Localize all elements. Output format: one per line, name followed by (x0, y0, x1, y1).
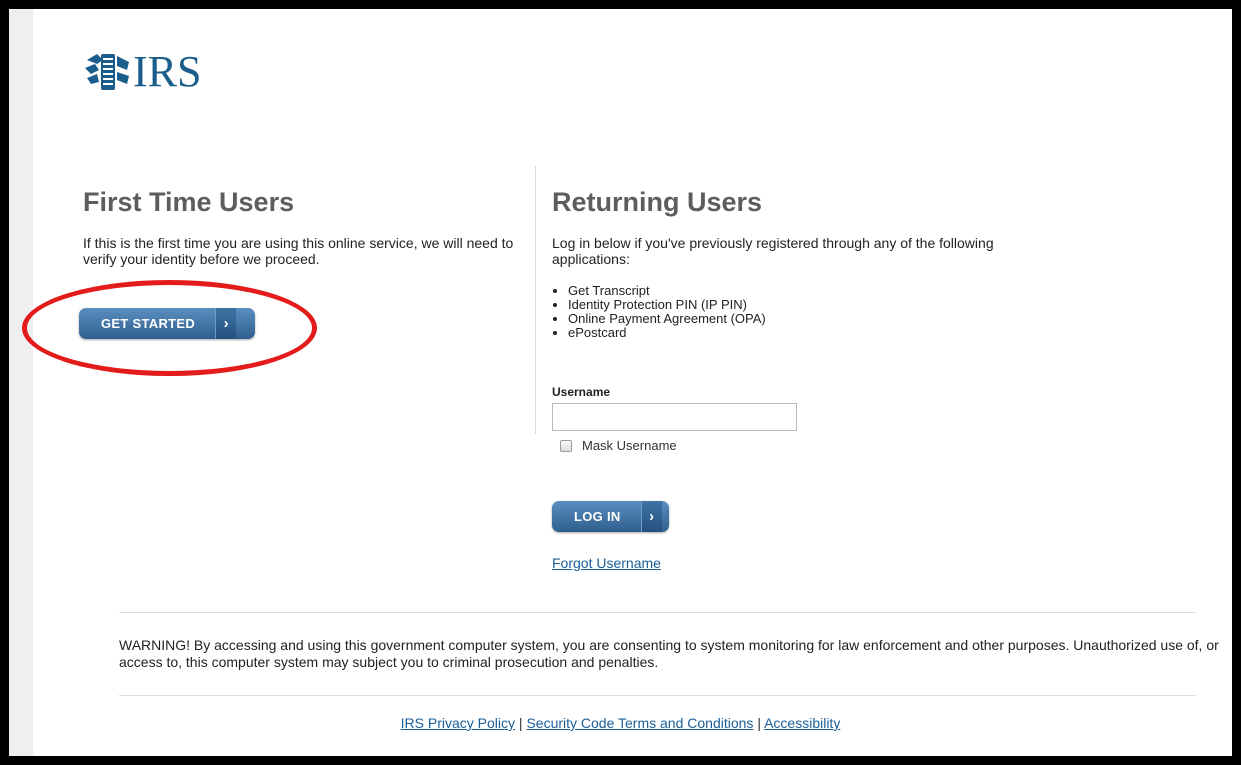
footer-separator: | (757, 715, 761, 731)
privacy-policy-link[interactable]: IRS Privacy Policy (401, 715, 515, 731)
chevron-right-icon: › (215, 308, 237, 339)
mask-username-checkbox[interactable] (560, 439, 572, 452)
returning-users-intro: Log in below if you've previously regist… (552, 235, 994, 267)
divider (119, 695, 1196, 696)
returning-users-heading: Returning Users (552, 187, 763, 217)
mask-username-row[interactable]: Mask Username (560, 438, 677, 453)
accessibility-link[interactable]: Accessibility (764, 715, 840, 731)
username-input[interactable] (552, 403, 797, 431)
footer-links: IRS Privacy Policy | Security Code Terms… (9, 715, 1232, 731)
column-divider (535, 166, 536, 434)
security-code-terms-link[interactable]: Security Code Terms and Conditions (526, 715, 753, 731)
irs-eagle-emblem-icon (85, 54, 129, 90)
list-item: Online Payment Agreement (OPA) (568, 312, 1002, 326)
list-item: Get Transcript (568, 284, 1002, 298)
application-list: Get Transcript Identity Protection PIN (… (552, 284, 1002, 340)
returning-users-section: Returning Users Log in below if you've p… (552, 186, 1002, 340)
username-label: Username (552, 385, 611, 399)
footer-separator: | (518, 715, 523, 731)
chevron-right-icon: › (640, 501, 662, 532)
irs-logo-text: IRS (133, 47, 202, 96)
irs-login-page: IRS First Time Users If this is the firs… (9, 9, 1232, 756)
get-started-label: GET STARTED (101, 316, 196, 331)
warning-text: WARNING! By accessing and using this gov… (119, 637, 1219, 670)
list-item: Identity Protection PIN (IP PIN) (568, 298, 1002, 312)
forgot-username-link[interactable]: Forgot Username (552, 555, 661, 571)
divider (119, 612, 1196, 613)
irs-logo[interactable]: IRS (83, 47, 201, 97)
log-in-button[interactable]: LOG IN › (552, 501, 669, 532)
first-time-users-intro: If this is the first time you are using … (83, 235, 514, 267)
first-time-users-section: First Time Users If this is the first ti… (83, 186, 523, 267)
list-item: ePostcard (568, 326, 1002, 340)
get-started-button[interactable]: GET STARTED › (79, 308, 255, 339)
first-time-users-heading: First Time Users (83, 187, 295, 217)
log-in-label: LOG IN (574, 509, 621, 524)
mask-username-label: Mask Username (582, 438, 677, 453)
left-gutter (9, 9, 33, 756)
